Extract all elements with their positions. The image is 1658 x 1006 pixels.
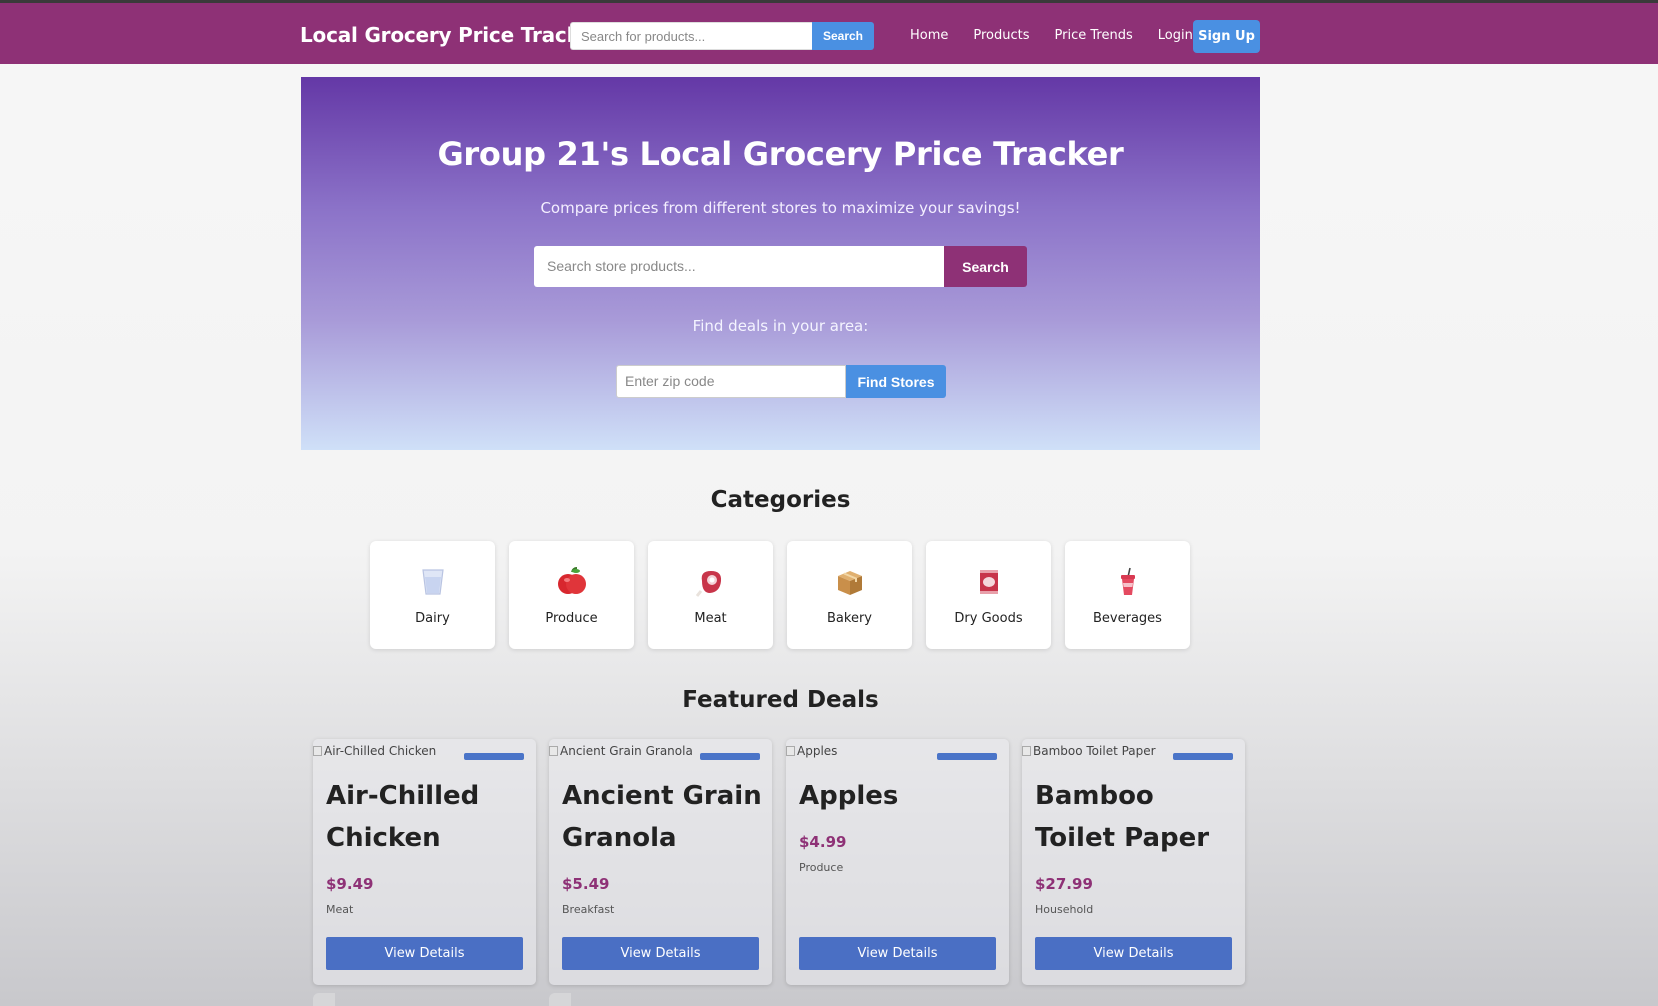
deal-category: Produce xyxy=(799,861,844,874)
category-card-bakery[interactable]: Bakery xyxy=(787,541,912,649)
hero-search-input[interactable]: Search store products... xyxy=(534,246,944,287)
view-details-button[interactable]: View Details xyxy=(562,937,759,970)
area-label: Find deals in your area: xyxy=(692,317,869,335)
category-label: Meat xyxy=(694,611,727,626)
category-label: Dry Goods xyxy=(954,611,1023,626)
apple-icon xyxy=(509,565,634,599)
category-card-dairy[interactable]: Dairy xyxy=(370,541,495,649)
deal-card: Apples Apples $4.99 Produce View Details xyxy=(786,739,1009,985)
nav-search-input[interactable]: Search for products... xyxy=(570,22,812,50)
hero-subtitle: Compare prices from different stores to … xyxy=(540,199,1021,217)
deal-badge xyxy=(1173,753,1233,760)
category-card-beverages[interactable]: Beverages xyxy=(1065,541,1190,649)
category-label: Beverages xyxy=(1093,611,1162,626)
hero-search-form: Search store products... Search xyxy=(534,246,1027,287)
deal-badge xyxy=(937,753,997,760)
deal-name: Ancient Grain Granola xyxy=(562,781,762,853)
deal-category: Household xyxy=(1035,903,1094,916)
product-image-placeholder: Air-Chilled Chicken xyxy=(313,744,436,758)
view-details-button[interactable]: View Details xyxy=(799,937,996,970)
nav-link-login[interactable]: Login xyxy=(1158,28,1193,43)
product-image-placeholder: Apples xyxy=(786,744,837,758)
product-image-placeholder: Ancient Grain Granola xyxy=(549,744,693,758)
deal-card: Air-Chilled Chicken Air-Chilled Chicken … xyxy=(313,739,536,985)
deal-price: $27.99 xyxy=(1035,875,1093,893)
box-icon xyxy=(787,565,912,599)
deal-name: Air-Chilled Chicken xyxy=(326,781,480,853)
category-label: Bakery xyxy=(827,611,872,626)
nav-link-home[interactable]: Home xyxy=(910,28,948,43)
category-label: Dairy xyxy=(415,611,450,626)
find-stores-button[interactable]: Find Stores xyxy=(846,365,946,398)
view-details-button[interactable]: View Details xyxy=(326,937,523,970)
next-row-card-peek xyxy=(549,993,571,1006)
brand-title[interactable]: Local Grocery Price Tracker xyxy=(300,23,602,47)
hero-banner: Group 21's Local Grocery Price Tracker C… xyxy=(301,77,1260,450)
deal-badge xyxy=(464,753,524,760)
deal-name: Apples xyxy=(799,781,899,811)
deal-category: Breakfast xyxy=(562,903,615,916)
deal-price: $4.99 xyxy=(799,833,847,851)
signup-button[interactable]: Sign Up xyxy=(1193,20,1260,53)
drink-cup-icon xyxy=(1065,565,1190,599)
product-image-placeholder: Bamboo Toilet Paper xyxy=(1022,744,1156,758)
category-label: Produce xyxy=(545,611,598,626)
deal-badge xyxy=(700,753,760,760)
nav-link-products[interactable]: Products xyxy=(973,28,1029,43)
deal-name: Bamboo Toilet Paper xyxy=(1035,781,1210,853)
categories-grid: Dairy Produce Meat Bakery Dry Goods Beve… xyxy=(370,541,1190,649)
nav-search-form: Search for products... Search xyxy=(570,22,874,50)
deal-card: Bamboo Toilet Paper Bamboo Toilet Paper … xyxy=(1022,739,1245,985)
meat-icon xyxy=(648,565,773,599)
can-icon xyxy=(926,565,1051,599)
categories-title: Categories xyxy=(710,487,851,513)
deal-price: $5.49 xyxy=(562,875,610,893)
category-card-meat[interactable]: Meat xyxy=(648,541,773,649)
next-row-card-peek xyxy=(313,993,335,1006)
view-details-button[interactable]: View Details xyxy=(1035,937,1232,970)
category-card-produce[interactable]: Produce xyxy=(509,541,634,649)
hero-title: Group 21's Local Grocery Price Tracker xyxy=(437,135,1124,173)
zip-form: Enter zip code Find Stores xyxy=(616,365,946,398)
nav-search-button[interactable]: Search xyxy=(812,22,874,50)
hero-search-button[interactable]: Search xyxy=(944,246,1027,287)
deal-price: $9.49 xyxy=(326,875,374,893)
category-card-dry-goods[interactable]: Dry Goods xyxy=(926,541,1051,649)
deal-card: Ancient Grain Granola Ancient Grain Gran… xyxy=(549,739,772,985)
deal-category: Meat xyxy=(326,903,354,916)
top-navbar: Local Grocery Price Tracker Search for p… xyxy=(0,0,1658,64)
nav-links: Home Products Price Trends Login xyxy=(910,28,1218,43)
zip-input[interactable]: Enter zip code xyxy=(616,365,846,398)
featured-deals-title: Featured Deals xyxy=(682,687,879,713)
nav-link-price-trends[interactable]: Price Trends xyxy=(1055,28,1133,43)
milk-glass-icon xyxy=(370,565,495,599)
